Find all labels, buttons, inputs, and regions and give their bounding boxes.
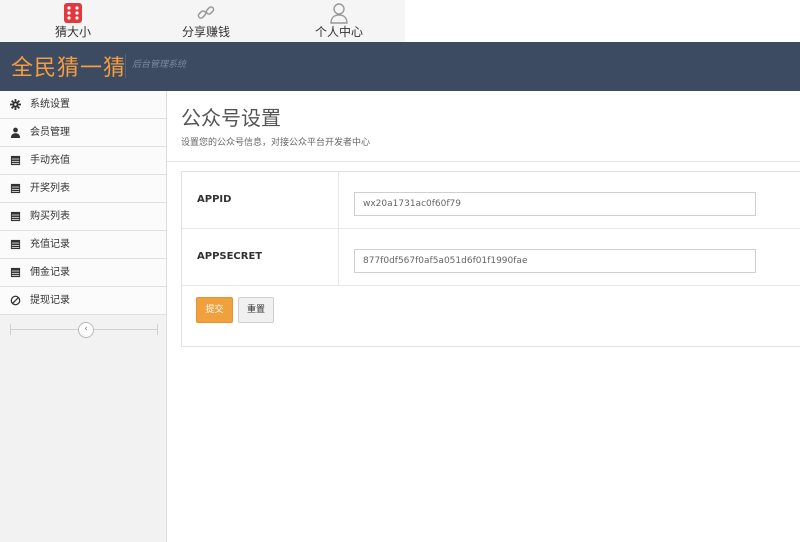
gear-icon bbox=[10, 99, 21, 110]
sidebar-item-lottery-list[interactable]: 开奖列表 bbox=[0, 175, 166, 203]
sidebar-item-label: 系统设置 bbox=[30, 99, 70, 110]
sidebar-item-label: 佣金记录 bbox=[30, 267, 70, 278]
sidebar-item-recharge-records[interactable]: 充值记录 bbox=[0, 231, 166, 259]
sidebar-item-system-settings[interactable]: 系统设置 bbox=[0, 91, 166, 119]
appsecret-input[interactable] bbox=[354, 249, 756, 273]
form-row-appsecret: APPSECRET bbox=[182, 229, 800, 286]
calendar-icon bbox=[10, 267, 21, 278]
sidebar-item-label: 购买列表 bbox=[30, 211, 70, 222]
appid-label-cell: APPID bbox=[182, 172, 339, 228]
nav-item-profile[interactable]: 个人中心 bbox=[303, 0, 375, 42]
sidebar-item-members[interactable]: 会员管理 bbox=[0, 119, 166, 147]
sidebar-item-label: 提现记录 bbox=[30, 295, 70, 306]
nav-item-label: 猜大小 bbox=[54, 25, 91, 39]
nav-item-guess-size[interactable]: 猜大小 bbox=[37, 0, 109, 42]
top-nav: 猜大小 分享赚钱 个人中心 bbox=[0, 0, 405, 43]
submit-button[interactable]: 提交 bbox=[196, 297, 233, 323]
appsecret-label-cell: APPSECRET bbox=[182, 229, 339, 285]
form-row-appid: APPID bbox=[182, 172, 800, 229]
calendar-icon bbox=[10, 239, 21, 250]
header-subtitle: 后台管理系统 bbox=[132, 60, 187, 70]
sidebar-item-purchase-list[interactable]: 购买列表 bbox=[0, 203, 166, 231]
user-icon bbox=[10, 127, 21, 138]
app-header: 全民猜一猜 后台管理系统 bbox=[0, 42, 800, 91]
nav-item-label: 个人中心 bbox=[314, 25, 363, 39]
sidebar-collapse-tick bbox=[157, 324, 158, 335]
ban-icon bbox=[10, 295, 21, 306]
calendar-icon bbox=[10, 211, 21, 222]
sidebar-item-label: 充值记录 bbox=[30, 239, 70, 250]
sidebar-item-withdraw-records[interactable]: 提现记录 bbox=[0, 287, 166, 315]
link-icon bbox=[197, 6, 215, 19]
sidebar-item-commission-records[interactable]: 佣金记录 bbox=[0, 259, 166, 287]
settings-form: APPID APPSECRET 提交 重置 bbox=[181, 171, 800, 347]
page-title: 公众号设置 bbox=[181, 106, 281, 130]
dice-icon bbox=[64, 3, 82, 23]
sidebar-item-label: 开奖列表 bbox=[30, 183, 70, 194]
reset-button[interactable]: 重置 bbox=[238, 297, 274, 323]
title-divider bbox=[167, 161, 800, 162]
user-icon bbox=[330, 3, 348, 24]
page-description: 设置您的公众号信息，对接公众平台开发者中心 bbox=[181, 138, 371, 148]
brand-logo-text[interactable]: 全民猜一猜 bbox=[11, 50, 126, 82]
sidebar-collapse-row: ‹ bbox=[0, 315, 166, 345]
appid-label: APPID bbox=[197, 194, 232, 205]
sidebar-item-label: 手动充值 bbox=[30, 155, 70, 166]
appsecret-label: APPSECRET bbox=[197, 251, 263, 262]
sidebar: 系统设置 会员管理 手动充值 开奖列表 购买列表 充值记录 佣金记录 提现记录 … bbox=[0, 91, 167, 542]
appid-input[interactable] bbox=[354, 192, 756, 216]
calendar-icon bbox=[10, 155, 21, 166]
sidebar-item-manual-recharge[interactable]: 手动充值 bbox=[0, 147, 166, 175]
header-divider bbox=[125, 54, 126, 78]
sidebar-collapse-button[interactable]: ‹ bbox=[78, 322, 94, 338]
nav-item-label: 分享赚钱 bbox=[181, 25, 230, 39]
nav-item-share[interactable]: 分享赚钱 bbox=[170, 0, 242, 42]
main-content: 公众号设置 设置您的公众号信息，对接公众平台开发者中心 APPID APPSEC… bbox=[167, 91, 800, 542]
calendar-icon bbox=[10, 183, 21, 194]
sidebar-collapse-tick bbox=[10, 324, 11, 335]
sidebar-item-label: 会员管理 bbox=[30, 127, 70, 138]
